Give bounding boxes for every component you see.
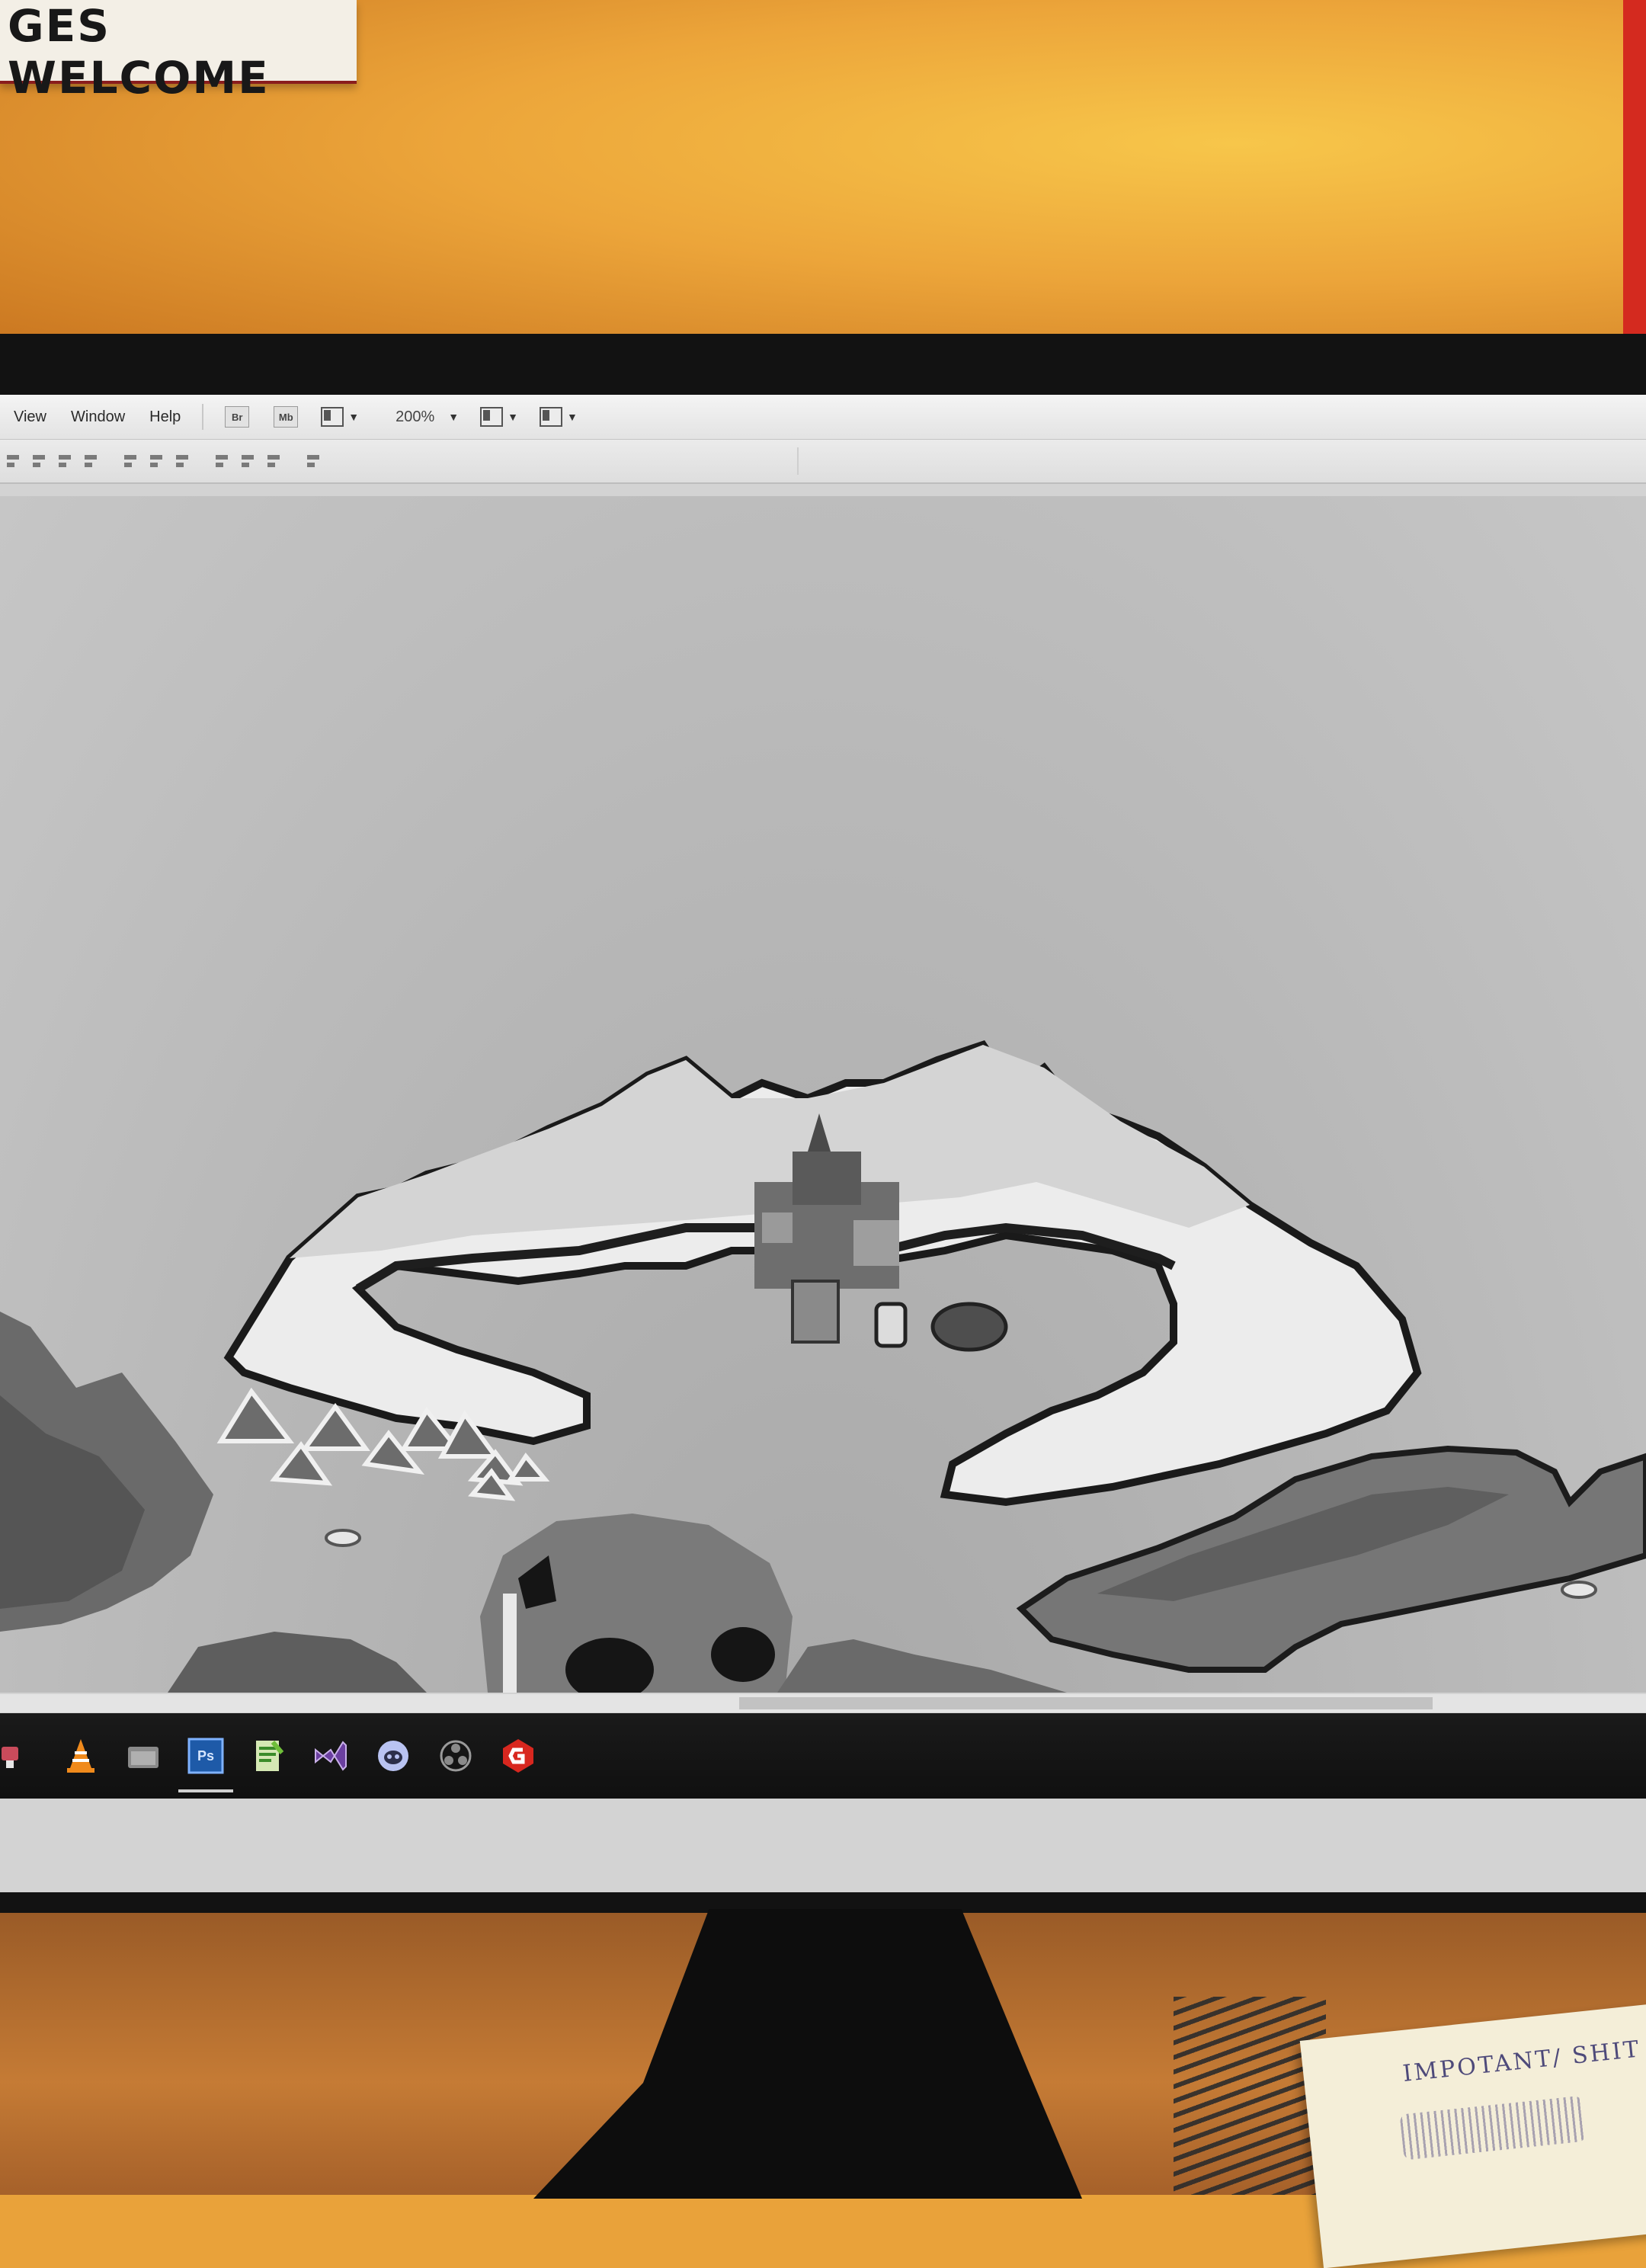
notepad-handwriting: IMPOTANT/ SHIT [1401, 2036, 1643, 2087]
scrollbar-thumb[interactable] [739, 1697, 1433, 1709]
distribute-bottom-icon[interactable] [174, 453, 191, 469]
arrange-icon [480, 407, 504, 427]
options-separator [797, 447, 799, 475]
distribute-top-icon[interactable] [122, 453, 139, 469]
notepad: IMPOTANT/ SHIT [1299, 1999, 1646, 2268]
document-canvas[interactable] [0, 496, 1646, 1693]
photoshop-icon[interactable]: Ps [178, 1736, 233, 1792]
monitor: View Window Help Br Mb ▼ 200% ▼ ▼ ▼ Ps [0, 334, 1646, 1913]
distribute-hcenter-icon[interactable] [239, 453, 256, 469]
distribute-right-icon[interactable] [265, 453, 282, 469]
menu-view[interactable]: View [0, 408, 59, 426]
pixel-art-map [0, 1040, 1646, 1693]
player-sprite [874, 1302, 908, 1348]
bridge-button[interactable]: Br [225, 406, 250, 428]
zoom-level: 200% [395, 408, 435, 425]
discord-icon[interactable] [373, 1736, 413, 1776]
vlc-icon[interactable] [61, 1736, 101, 1776]
wall-sign-text: GES WELCOME [8, 0, 270, 104]
notepad-scribble [1399, 2095, 1587, 2161]
chevron-down-icon: ▼ [448, 411, 460, 423]
chevron-down-icon: ▼ [567, 411, 578, 423]
chevron-down-icon: ▼ [348, 411, 360, 423]
extras-dropdown[interactable]: ▼ [321, 407, 359, 427]
small-boat-left [325, 1529, 361, 1547]
extras-icon [321, 407, 344, 427]
horizontal-scrollbar[interactable] [0, 1694, 1646, 1712]
wall: GES WELCOME [0, 0, 1646, 358]
notepad-spiral [1174, 1997, 1326, 2195]
align-top-edges-icon[interactable] [30, 453, 47, 469]
ruins-rock [168, 1632, 427, 1693]
gamemaker-icon[interactable] [498, 1736, 538, 1776]
small-boat-right [1561, 1581, 1597, 1599]
screen: View Window Help Br Mb ▼ 200% ▼ ▼ ▼ Ps [0, 395, 1646, 1892]
menu-help[interactable]: Help [137, 408, 193, 426]
skull-rock [480, 1514, 793, 1693]
wall-sign: GES WELCOME [0, 0, 357, 104]
distribute-left-icon[interactable] [213, 453, 230, 469]
visual-studio-icon[interactable] [311, 1736, 351, 1776]
align-vertical-centers-icon[interactable] [56, 453, 73, 469]
notepadpp-icon[interactable] [248, 1736, 288, 1776]
align-bottom-edges-icon[interactable] [82, 453, 99, 469]
align-left-edges-icon[interactable] [5, 453, 21, 469]
arrange-documents-dropdown[interactable]: ▼ [480, 407, 518, 427]
rocky-ground-right [777, 1639, 1067, 1693]
zoom-dropdown[interactable]: 200% ▼ [380, 408, 459, 426]
explorer-icon[interactable] [123, 1736, 163, 1776]
distribute-center-icon[interactable] [148, 453, 165, 469]
options-bar [0, 440, 1646, 484]
photoshop-label: Ps [197, 1747, 215, 1763]
menu-separator [202, 404, 204, 430]
boat-sprite [930, 1302, 1008, 1352]
screen-mode-icon [540, 407, 563, 427]
obs-icon[interactable] [436, 1736, 476, 1776]
taskbar: Ps [0, 1713, 1646, 1799]
menu-window[interactable]: Window [59, 408, 137, 426]
chevron-down-icon: ▼ [508, 411, 519, 423]
menu-bar: View Window Help Br Mb ▼ 200% ▼ ▼ ▼ [0, 395, 1646, 440]
screen-mode-dropdown[interactable]: ▼ [540, 407, 578, 427]
app-red-icon[interactable] [0, 1736, 20, 1776]
red-poster-edge [1623, 0, 1646, 335]
minibridge-button[interactable]: Mb [274, 406, 299, 428]
auto-align-layers-icon[interactable] [305, 453, 322, 469]
